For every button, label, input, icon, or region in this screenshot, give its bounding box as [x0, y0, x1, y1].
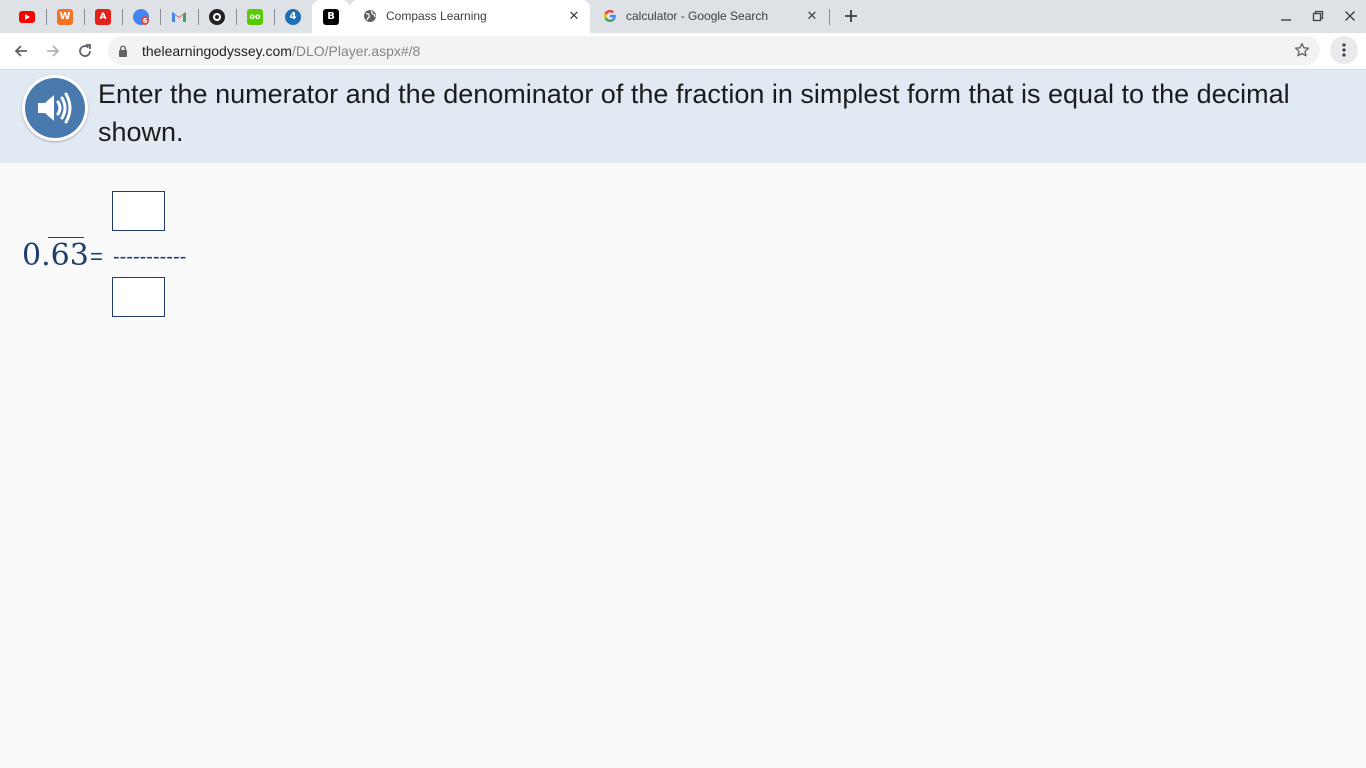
tab-calculator-search[interactable]: calculator - Google Search ✕	[590, 0, 830, 33]
fraction-bar: -----------	[113, 246, 187, 268]
tab-strip: W A 6 oo 4 B Compass Learning ✕ calculat…	[0, 0, 1366, 33]
tab-separator	[829, 9, 830, 25]
decimal-prefix: 0.	[22, 238, 51, 273]
pinned-tab-wattpad[interactable]: W	[46, 0, 84, 33]
question-instruction: Enter the numerator and the denominator …	[98, 79, 1290, 147]
restore-button[interactable]	[1305, 4, 1331, 28]
numerator-input[interactable]	[112, 191, 165, 231]
close-window-button[interactable]	[1337, 4, 1363, 28]
target-icon	[209, 8, 225, 25]
pinned-tab-target[interactable]	[198, 0, 236, 33]
repeating-decimal: 0.63	[22, 236, 89, 276]
speaker-icon	[25, 78, 85, 138]
close-icon	[1345, 11, 1355, 21]
pinned-tab-youtube[interactable]	[8, 0, 46, 33]
url-text: thelearningodyssey.com/DLO/Player.aspx#/…	[142, 43, 420, 59]
adobe-icon: A	[95, 8, 111, 25]
arrow-left-icon	[14, 45, 27, 57]
app-icon: 4	[285, 8, 301, 25]
pinned-tab-classroom[interactable]: 6	[122, 0, 160, 33]
address-bar[interactable]: thelearningodyssey.com/DLO/Player.aspx#/…	[108, 36, 1320, 65]
pinned-tab-app[interactable]: 4	[274, 0, 312, 33]
close-tab-icon[interactable]: ✕	[565, 7, 583, 25]
reload-icon	[79, 44, 91, 57]
pinned-tab-duolingo[interactable]: oo	[236, 0, 274, 33]
minimize-icon	[1281, 19, 1291, 21]
restore-icon	[1312, 10, 1324, 22]
equals-sign: =	[90, 244, 103, 269]
close-tab-icon[interactable]: ✕	[803, 7, 821, 25]
new-tab-button[interactable]	[840, 5, 862, 27]
forward-button[interactable]	[40, 38, 66, 64]
google-icon	[603, 9, 617, 26]
tab-title: Compass Learning	[386, 9, 487, 23]
back-button[interactable]	[8, 38, 34, 64]
tab-title: calculator - Google Search	[626, 9, 769, 23]
pinned-tab-gmail[interactable]	[160, 0, 198, 33]
bold-b-icon: B	[323, 8, 339, 25]
denominator-input[interactable]	[112, 277, 165, 317]
more-vert-icon	[1342, 43, 1346, 57]
youtube-icon	[19, 10, 35, 23]
gmail-icon	[171, 9, 187, 25]
instruction-banner: Enter the numerator and the denominator …	[0, 70, 1366, 163]
repeat-bar	[48, 237, 84, 238]
pinned-tab-adobe[interactable]: A	[84, 0, 122, 33]
wattpad-icon: W	[57, 8, 73, 25]
lock-icon	[118, 44, 128, 62]
browser-menu-button[interactable]	[1330, 36, 1358, 64]
plus-icon	[845, 10, 857, 22]
read-aloud-button[interactable]	[22, 75, 88, 141]
browser-toolbar: thelearningodyssey.com/DLO/Player.aspx#/…	[0, 33, 1366, 70]
reload-button[interactable]	[72, 38, 98, 64]
globe-icon	[363, 9, 377, 26]
pinned-tab-b[interactable]: B	[312, 0, 350, 33]
minimize-button[interactable]	[1273, 4, 1299, 28]
tab-compass-learning[interactable]: Compass Learning ✕	[350, 0, 590, 33]
url-domain: thelearningodyssey.com	[142, 43, 292, 59]
bookmark-star-icon[interactable]	[1294, 42, 1310, 63]
url-path: /DLO/Player.aspx#/8	[291, 43, 421, 59]
duolingo-icon: oo	[247, 8, 263, 25]
repeating-digits: 63	[50, 238, 89, 273]
arrow-right-icon	[47, 45, 60, 57]
classroom-icon: 6	[133, 8, 149, 25]
